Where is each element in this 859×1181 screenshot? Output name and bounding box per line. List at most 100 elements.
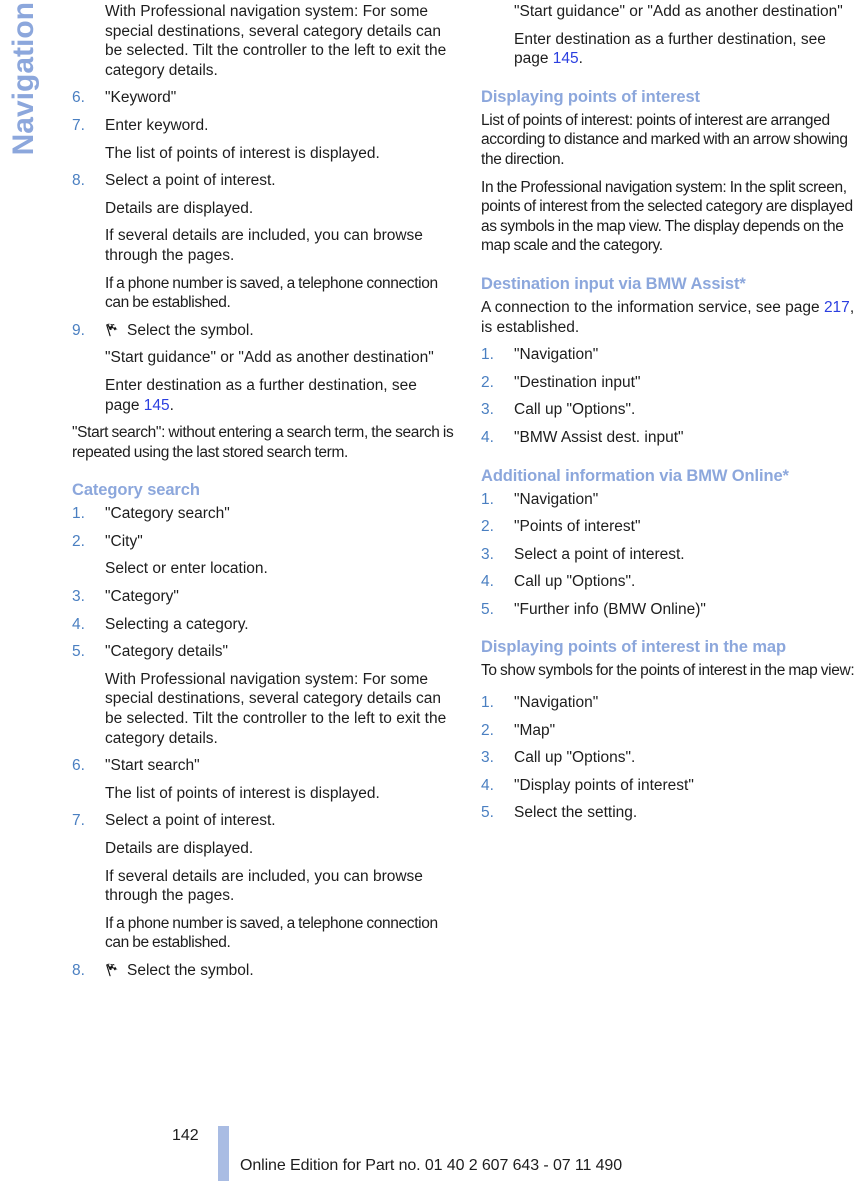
list-text: "Map" [514,721,556,739]
list-text: "Category" [105,588,179,606]
list-number: 4. [481,776,494,794]
list-number: 1. [481,694,494,712]
section-heading-displaying-poi: Displaying points of interest [481,87,700,106]
list-subtext: If a phone number is saved, a telephone … [105,274,438,312]
list-text: "Keyword" [105,89,177,107]
list-text: "Navigation" [514,694,599,712]
list-subtext: Details are displayed. [105,199,254,217]
bmw-assist-intro-before: A connection to the information service,… [481,298,824,316]
checkered-flag-icon [106,323,118,337]
displaying-poi-paragraph: In the Professional navigation system: I… [481,178,853,255]
list-text: Selecting a category. [105,615,249,633]
list-text: Select the setting. [514,804,638,822]
page-number: 142 [172,1127,199,1144]
list-item: 7. Select a point of interest. Details a… [72,811,455,953]
list-item: 2. "City" Select or enter location. [72,532,455,579]
list-item: 3. Select a point of interest. [481,545,859,565]
list-subtext: If a phone number is saved, a telephone … [105,914,438,952]
list-text: Select a point of interest. [105,812,276,830]
list-text: "BMW Assist dest. input" [514,428,684,446]
list-number: 7. [72,116,85,134]
list-number: 3. [481,545,494,563]
list-text-label: Select the symbol. [127,961,254,979]
list-number: 6. [72,757,85,775]
list-number: 5. [72,643,85,661]
manual-page: Navigation With Professional navigation … [0,0,859,1181]
start-search-note: "Start search": without entering a searc… [72,424,454,461]
list-number: 8. [72,172,85,190]
poi-in-map-intro: To show symbols for the points of intere… [481,662,855,680]
list-text: "City" [105,532,143,550]
page-reference[interactable]: 145 [144,397,170,414]
list-text: Select the symbol. [105,321,455,341]
list-item: 8. Select a point of interest. Details a… [72,171,455,313]
list-number: 3. [481,749,494,767]
list-number: 3. [481,401,494,419]
list-item: 9. Select the symbol. "Start guidance" o… [72,321,455,415]
list-number: 4. [481,573,494,591]
list-number: 3. [72,588,85,606]
edition-note: Online Edition for Part no. 01 40 2 607 … [240,1157,623,1174]
list-item: 6. "Start search" The list of points of … [72,756,455,803]
list-text: Call up "Options". [514,749,636,767]
list-number: 5. [481,804,494,822]
list-item: 6. "Keyword" [72,88,455,108]
list-item: 5. "Further info (BMW Online)" [481,600,859,620]
list-item: 3. "Category" [72,587,455,607]
list-number: 1. [481,346,494,364]
checkered-flag-icon [106,963,118,977]
section-heading-bmw-online: Additional information via BMW Online* [481,466,789,485]
chapter-title: Navigation [7,2,40,156]
list-item: 4. Call up "Options". [481,572,859,592]
list-text: Select a point of interest. [514,545,685,563]
list-text: "Start search" [105,757,200,775]
list-number: 6. [72,89,85,107]
list-item: 4. Selecting a category. [72,615,455,635]
keyword-search-steps: 6. "Keyword" 7. Enter keyword. The list … [72,88,455,415]
list-text: "Category details" [105,643,229,661]
list-subtext: With Professional navigation system: For… [105,670,447,747]
poi-in-map-steps: 1. "Navigation" 2. "Map" 3. Call up "Opt… [481,693,859,823]
bmw-assist-steps: 1. "Navigation" 2. "Destination input" 3… [481,345,859,447]
section-heading-poi-in-map: Displaying points of interest in the map [481,638,786,657]
list-item: 8. Select the symbol. [72,961,455,981]
list-number: 1. [481,490,494,508]
list-subtext: Select or enter location. [105,560,268,578]
list-number: 2. [481,373,494,391]
page-reference[interactable]: 145 [553,50,579,67]
list-item: 1. "Category search" [72,504,455,524]
list-text: Select a point of interest. [105,172,276,190]
section-heading-category-search: Category search [72,481,200,500]
chapter-tab: Navigation [0,0,46,230]
list-item: 1. "Navigation" [481,693,859,713]
list-number: 2. [481,721,494,739]
list-item: 2. "Map" [481,721,859,741]
list-item: 3. Call up "Options". [481,400,859,420]
list-item: 5. "Category details" With Professional … [72,642,455,748]
list-subtext: The list of points of interest is displa… [105,144,380,162]
list-subtext: If several details are included, you can… [105,867,423,905]
continued-paragraph: With Professional navigation system: For… [105,3,447,79]
list-text: Select the symbol. [105,961,455,981]
list-text: Call up "Options". [514,401,636,419]
list-text: "Further info (BMW Online)" [514,600,706,618]
list-text-label: Select the symbol. [127,321,254,339]
continued-subtext-pageref: Enter destination as a further destinati… [514,30,826,68]
list-subtext: The list of points of interest is displa… [105,784,380,802]
continued-subtext: "Start guidance" or "Add as another dest… [514,3,843,20]
list-subtext: If several details are included, you can… [105,227,423,264]
bmw-assist-intro: A connection to the information service,… [481,298,859,337]
list-number: 7. [72,812,85,830]
list-number: 4. [72,615,85,633]
list-item: 7. Enter keyword. The list of points of … [72,116,455,163]
section-heading-bmw-assist: Destination input via BMW Assist* [481,274,746,293]
list-number: 2. [72,532,85,550]
page-footer: 142 Online Edition for Part no. 01 40 2 … [0,1123,859,1181]
page-reference[interactable]: 217 [824,299,850,316]
list-text: "Category search" [105,505,230,523]
list-number: 5. [481,600,494,618]
list-number: 9. [72,321,85,339]
list-text: "Navigation" [514,346,599,364]
list-item: 3. Call up "Options". [481,748,859,768]
list-text: "Navigation" [514,490,599,508]
